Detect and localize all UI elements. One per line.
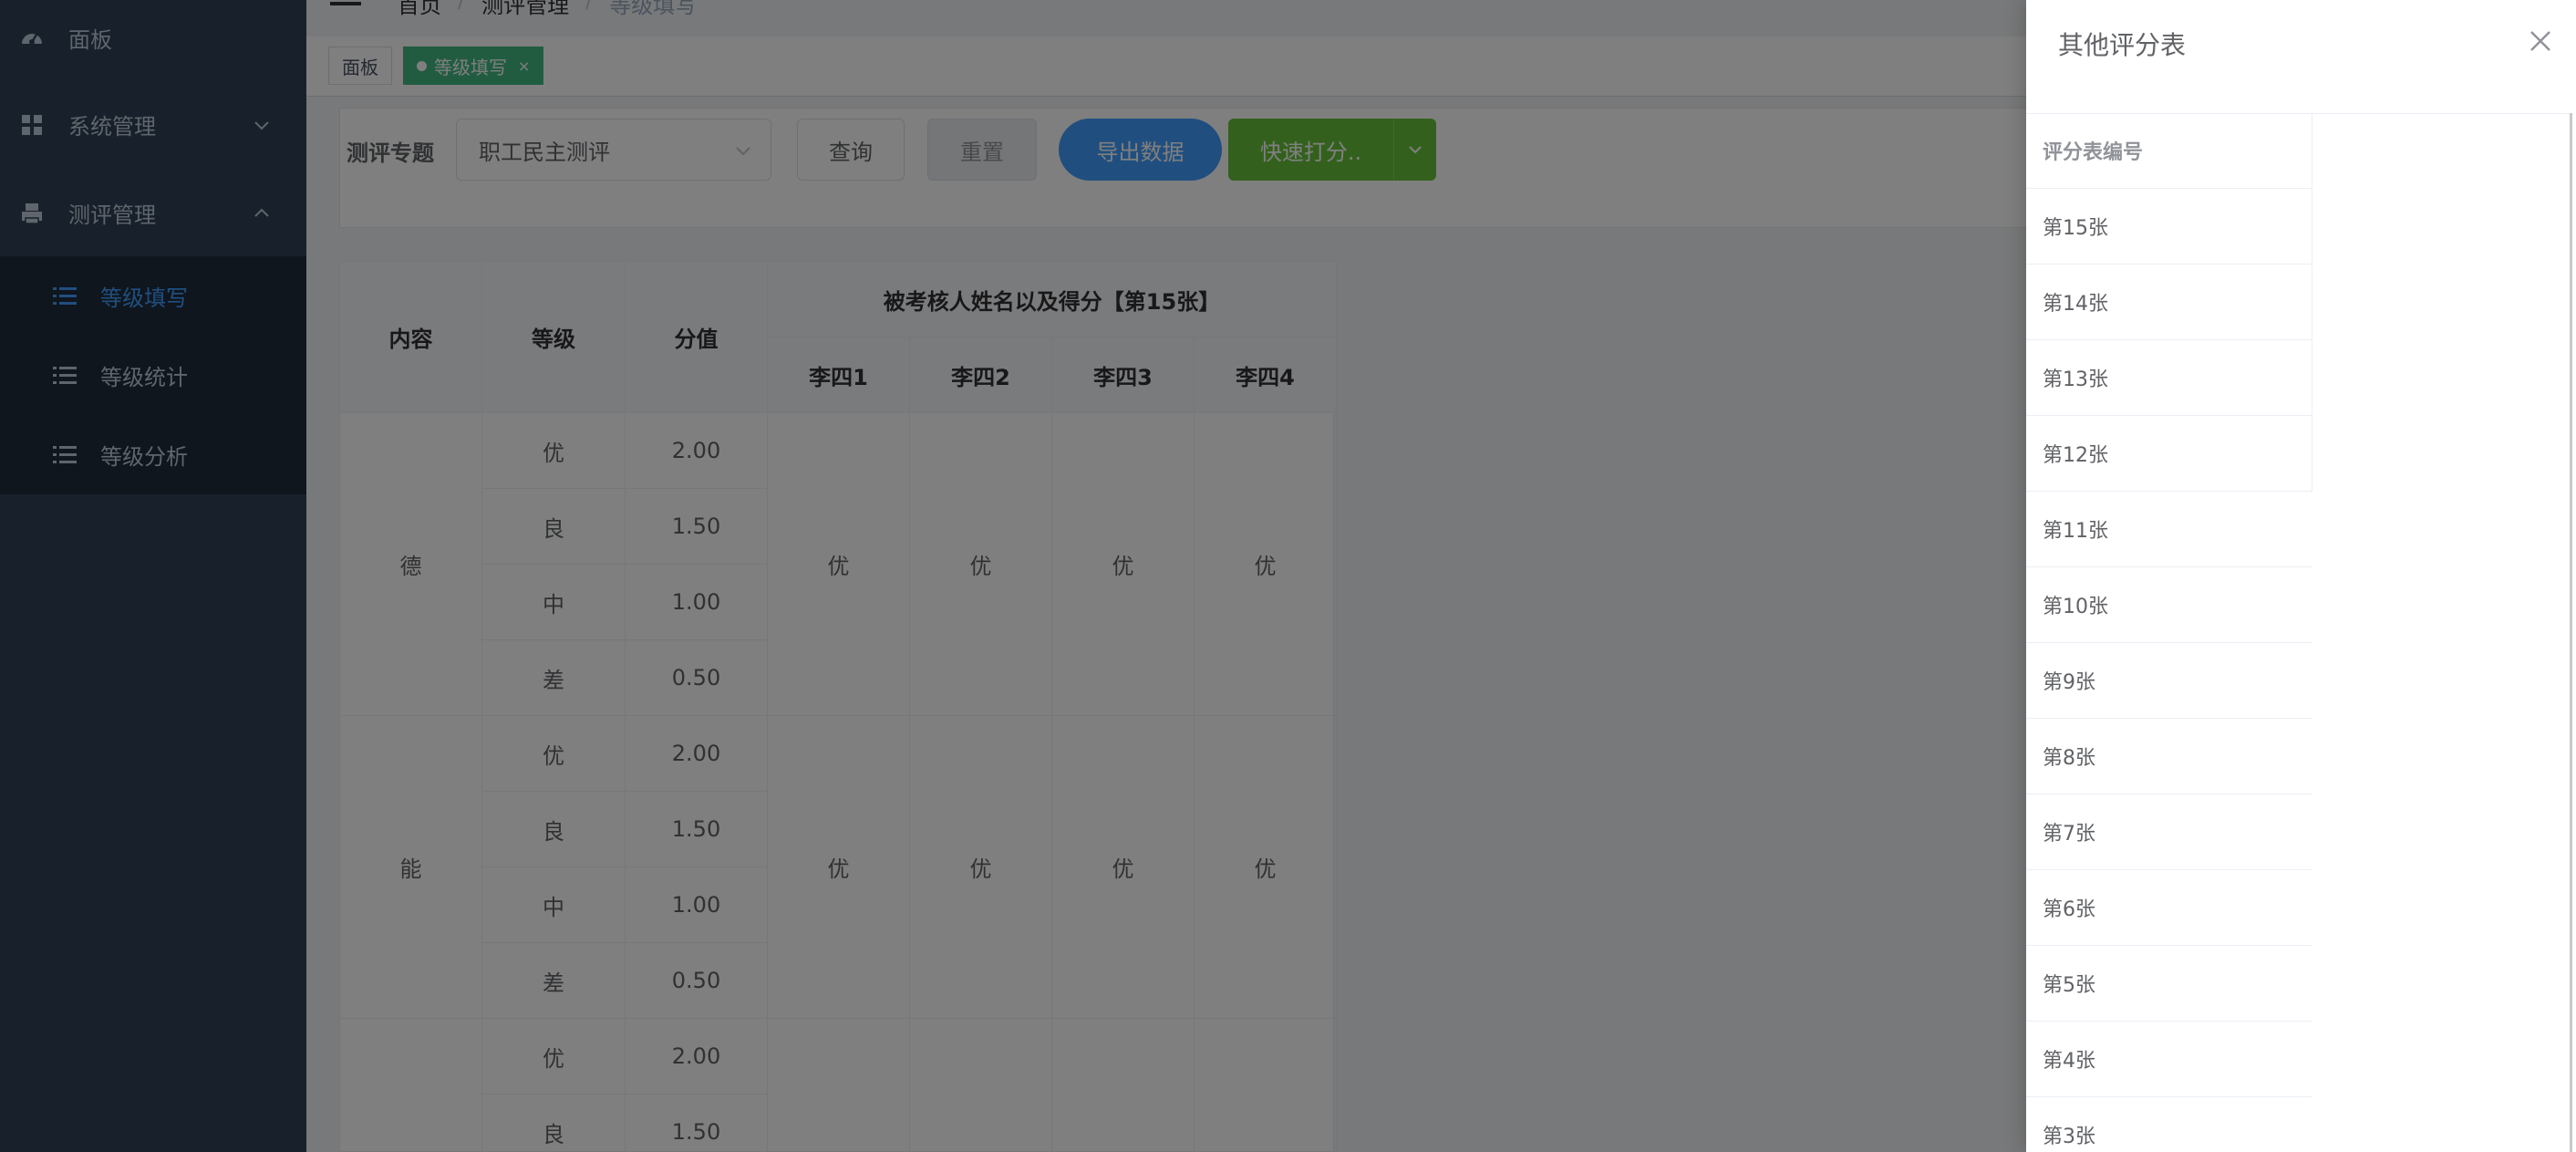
list-item[interactable]: 第9张 bbox=[2026, 643, 2312, 719]
list-item[interactable]: 第5张 bbox=[2026, 946, 2312, 1022]
list-item[interactable]: 第7张 bbox=[2026, 794, 2312, 870]
list-item[interactable]: 第8张 bbox=[2026, 719, 2312, 794]
list-item[interactable]: 第11张 bbox=[2026, 492, 2312, 567]
list-item[interactable]: 第6张 bbox=[2026, 870, 2312, 946]
other-scoresheets-drawer: 其他评分表 评分表编号 第15张 第14张 第13张 第12张 第11张 第10… bbox=[2026, 0, 2576, 1152]
list-item[interactable]: 第10张 bbox=[2026, 567, 2312, 643]
list-item[interactable]: 第14张 bbox=[2026, 265, 2312, 340]
drawer-title: 其他评分表 bbox=[2058, 30, 2187, 60]
list-item[interactable]: 第12张 bbox=[2026, 416, 2312, 492]
list-item[interactable]: 第13张 bbox=[2026, 340, 2312, 416]
close-icon[interactable] bbox=[2529, 29, 2552, 53]
scrollbar[interactable] bbox=[2570, 113, 2572, 1152]
list-item[interactable]: 第4张 bbox=[2026, 1022, 2312, 1097]
column-header: 评分表编号 bbox=[2026, 113, 2312, 189]
list-item[interactable]: 第3张 bbox=[2026, 1097, 2312, 1152]
list-item[interactable]: 第15张 bbox=[2026, 189, 2312, 265]
